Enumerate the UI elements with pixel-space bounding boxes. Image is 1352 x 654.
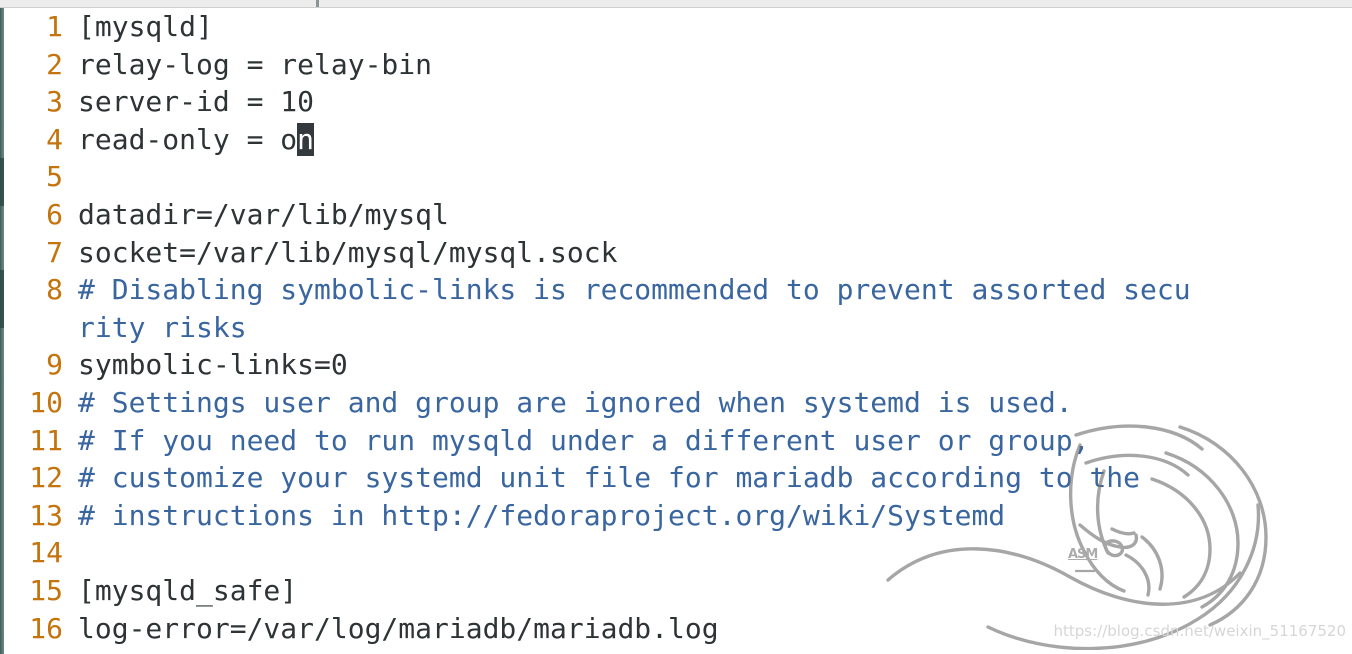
line-number: 17 xyxy=(5,647,63,654)
line-number: 5 xyxy=(46,160,63,194)
line-number: 3 xyxy=(46,85,63,119)
line-number: 6 xyxy=(46,197,63,231)
line-text: datadir=/var/lib/mysql xyxy=(78,197,449,231)
window-left-edge xyxy=(0,8,4,654)
line-number: 8 xyxy=(46,273,63,307)
code-line[interactable]: 4 read-only = on xyxy=(5,121,1352,159)
line-text-before-cursor: read-only = o xyxy=(78,122,298,156)
line-text: # If you need to run mysqld under a diff… xyxy=(78,423,1090,457)
line-text: [mysqld] xyxy=(78,10,213,43)
line-text: # Disabling symbolic-links is recommende… xyxy=(78,273,1191,307)
line-number: 10 xyxy=(29,385,63,419)
toolbar-strip xyxy=(0,0,1352,8)
line-text: [mysqld_safe] xyxy=(78,573,298,607)
code-line[interactable]: 8 # Disabling symbolic-links is recommend… xyxy=(5,271,1352,309)
code-line[interactable]: 11 # If you need to run mysqld under a di… xyxy=(5,422,1352,460)
line-number: 13 xyxy=(29,498,63,532)
line-text: socket=/var/lib/mysql/mysql.sock xyxy=(78,235,618,269)
text-cursor-block: n xyxy=(297,122,315,156)
line-text: # Settings user and group are ignored wh… xyxy=(78,385,1073,419)
line-text: log-error=/var/log/mariadb/mariadb.log xyxy=(78,611,719,645)
line-number: 7 xyxy=(46,235,63,269)
code-line[interactable]: 16 log-error=/var/log/mariadb/mariadb.log xyxy=(5,610,1352,648)
wrapped-line-text: rity risks xyxy=(78,310,247,344)
code-line[interactable]: 6 datadir=/var/lib/mysql xyxy=(5,196,1352,234)
code-line[interactable]: 14 xyxy=(5,534,1352,572)
code-line[interactable]: 15 [mysqld_safe] xyxy=(5,572,1352,610)
code-line[interactable]: 13 # instructions in http://fedoraproject… xyxy=(5,497,1352,535)
line-text: # customize your systemd unit file for m… xyxy=(78,461,1141,495)
line-number: 9 xyxy=(46,348,63,382)
line-text: read-only = on xyxy=(63,121,315,159)
window-edge-shade-lower xyxy=(0,270,4,328)
code-line[interactable]: 7 socket=/var/lib/mysql/mysql.sock xyxy=(5,234,1352,272)
line-text: # instructions in http://fedoraproject.o… xyxy=(78,498,1006,532)
line-number: 15 xyxy=(29,573,63,607)
gedit-editor-window: 1 [mysqld] 2 relay-log = relay-bin 3 server-i… xyxy=(0,0,1352,654)
code-line[interactable]: 10 # Settings user and group are ignored … xyxy=(5,384,1352,422)
line-number: 1 xyxy=(46,10,63,43)
source-text-view[interactable]: 1 [mysqld] 2 relay-log = relay-bin 3 server-i… xyxy=(5,8,1352,654)
line-number: 14 xyxy=(29,536,63,570)
line-number: 11 xyxy=(29,423,63,457)
code-line[interactable]: 12 # customize your systemd unit file for… xyxy=(5,459,1352,497)
code-line[interactable]: 1 [mysqld] xyxy=(5,8,1352,46)
code-line[interactable]: 5 xyxy=(5,158,1352,196)
toolbar-handle-nub[interactable] xyxy=(316,0,319,7)
line-number: 12 xyxy=(29,461,63,495)
line-text: symbolic-links=0 xyxy=(78,348,348,382)
code-line[interactable]: 17 xyxy=(5,647,1352,654)
window-edge-shade-upper xyxy=(0,158,4,206)
line-number: 2 xyxy=(46,47,63,81)
line-text: server-id = 10 xyxy=(78,85,315,119)
line-number: 16 xyxy=(29,611,63,645)
line-number: 4 xyxy=(46,122,63,156)
code-line[interactable]: 2 relay-log = relay-bin xyxy=(5,46,1352,84)
code-line[interactable]: 3 server-id = 10 xyxy=(5,83,1352,121)
code-line[interactable]: 9 symbolic-links=0 xyxy=(5,346,1352,384)
code-line[interactable]: rity risks xyxy=(5,309,1352,347)
line-text: relay-log = relay-bin xyxy=(78,47,433,81)
